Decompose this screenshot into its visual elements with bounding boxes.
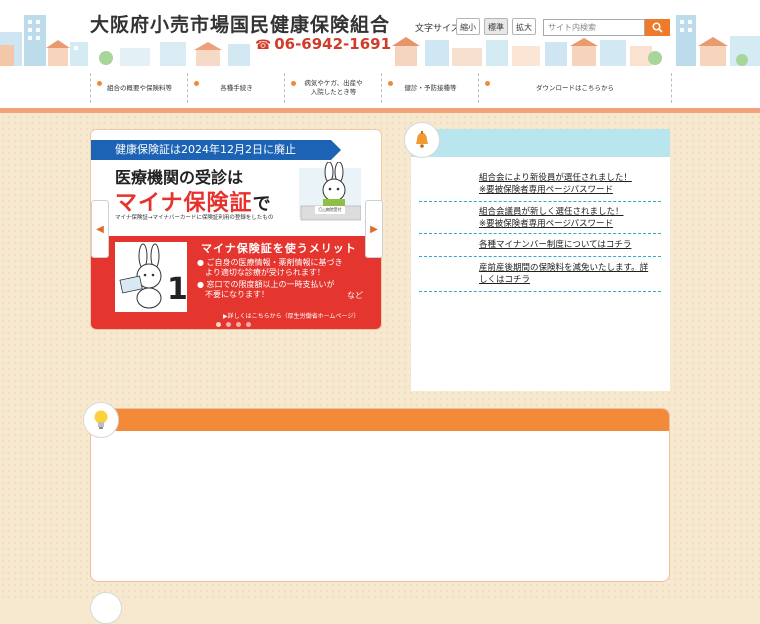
info-panel-header <box>91 409 669 431</box>
slide-dot[interactable] <box>236 322 241 327</box>
news-item-title: 組合会議員が新しく選任されました！ <box>479 207 624 217</box>
lightbulb-icon <box>94 410 108 429</box>
merit-title: マイナ保険証を使うメリット <box>201 242 357 255</box>
global-nav: 組合の概要や保険料等 各種手続き 病気やケガ、出産や 入院したとき等 健診・予防… <box>0 66 760 113</box>
news-item-subtitle: ※要被保険者専用ページパスワード <box>479 185 613 195</box>
mynumber-banner-slide[interactable]: 健康保険証は2024年12月2日に廃止 医療機関の受診は マイナ保険証で マイナ… <box>90 129 382 330</box>
search-icon <box>652 22 663 33</box>
slide-dot[interactable] <box>246 322 251 327</box>
illustration-number: 1 <box>167 272 188 307</box>
news-item[interactable]: 組合会により新役員が選任されました！ ※要被保険者専用ページパスワード <box>479 172 660 196</box>
news-item-title: 各種マイナンバー制度についてはコチラ <box>479 240 632 250</box>
merit-line-1: ● ご自身の医療情報・薬剤情報に基づき <box>197 258 343 267</box>
search-input[interactable]: サイト内検索 <box>543 19 645 36</box>
merit-line-3: ● 窓口での限度額以上の一時支払いが <box>197 280 335 289</box>
merit-detail-link[interactable]: ▶詳しくはこちらから（厚生労働省ホームページ） <box>223 311 359 320</box>
bell-badge <box>404 122 440 158</box>
phone-text: 06-6942-1691 <box>274 35 392 53</box>
info-panel <box>90 408 670 582</box>
font-size-label: 文字サイズ <box>415 24 460 34</box>
news-item-subtitle: ※要被保険者専用ページパスワード <box>479 219 613 229</box>
nav-item-overview[interactable]: 組合の概要や保険料等 <box>90 73 188 103</box>
news-item-title: 産前産後期間の保険料を減免いたします。詳 <box>479 263 649 273</box>
banner-merit-area: 1 マイナ保険証を使うメリット ● ご自身の医療情報・薬剤情報に基づき より適切… <box>91 236 381 329</box>
merit-etc: など <box>347 291 363 300</box>
rabbit-card-illustration: 1 <box>115 242 188 312</box>
news-divider <box>419 233 661 234</box>
section-badge <box>90 592 122 624</box>
nav-item-procedures[interactable]: 各種手続き <box>187 73 285 103</box>
slide-dot[interactable] <box>226 322 231 327</box>
news-item[interactable]: 産前産後期間の保険料を減免いたします。詳 しくはコチラ <box>479 262 660 286</box>
lightbulb-badge <box>83 402 119 438</box>
merit-line-2: より適切な診療が受けられます！ <box>205 268 325 277</box>
font-size-small-button[interactable]: 縮小 <box>456 18 480 35</box>
nav-item-illness[interactable]: 病気やケガ、出産や 入院したとき等 <box>284 73 382 103</box>
site-title[interactable]: 大阪府小売市場国民健康保険組合 <box>90 10 390 37</box>
merit-line-4: 不要になります！ <box>205 290 269 299</box>
slider-next-arrow[interactable]: ▶ <box>365 200 383 258</box>
nav-item-downloads[interactable]: ダウンロードはこちらから <box>478 73 672 103</box>
news-item-title: 組合会により新役員が選任されました！ <box>479 173 632 183</box>
slide-indicators <box>216 322 251 327</box>
banner-headline-2-suffix: で <box>252 194 272 215</box>
news-item-subtitle: しくはコチラ <box>479 275 531 285</box>
news-item[interactable]: 組合会議員が新しく選任されました！ ※要被保険者専用ページパスワード <box>479 206 660 230</box>
phone-icon: ☎ <box>255 38 272 53</box>
news-panel: 組合会により新役員が選任されました！ ※要被保険者専用ページパスワード 組合会議… <box>411 129 670 391</box>
banner-top-label: 健康保険証は2024年12月2日に廃止 <box>91 140 341 160</box>
news-divider <box>419 291 661 292</box>
news-panel-header <box>411 129 670 157</box>
news-divider <box>419 256 661 257</box>
banner-small-note: マイナ保険証→マイナバーカードに保険証利用の登録をしたもの <box>115 215 274 221</box>
search-button[interactable] <box>645 19 670 36</box>
site-header: 大阪府小売市場国民健康保険組合 ☎ 06-6942-1691 文字サイズ 縮小 標… <box>0 0 760 66</box>
slider-prev-arrow[interactable]: ◀ <box>91 200 109 258</box>
bell-icon <box>416 131 428 148</box>
font-size-large-button[interactable]: 拡大 <box>512 18 536 35</box>
news-item[interactable]: 各種マイナンバー制度についてはコチラ <box>479 239 660 251</box>
news-divider <box>419 201 661 202</box>
counter-sign: 〇△病院受付 <box>315 206 345 214</box>
nav-item-checkups[interactable]: 健診・予防接種等 <box>381 73 479 103</box>
phone-number: ☎ 06-6942-1691 <box>255 35 391 53</box>
font-size-normal-button[interactable]: 標準 <box>484 18 508 35</box>
slide-dot[interactable] <box>216 322 221 327</box>
